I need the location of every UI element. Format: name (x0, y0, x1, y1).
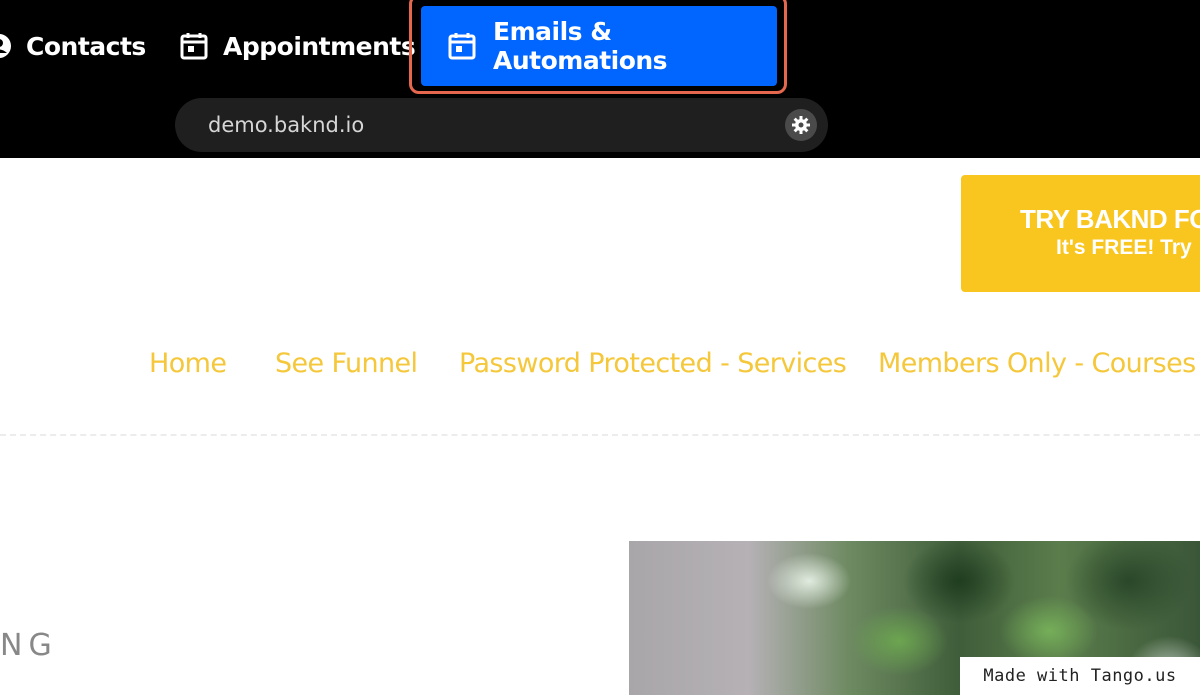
tango-watermark: Made with Tango.us (960, 657, 1200, 695)
site-nav-see-funnel[interactable]: See Funnel (275, 348, 418, 382)
nav-divider (0, 434, 1200, 436)
nav-emails-automations[interactable]: Emails & Automations (421, 6, 777, 86)
site-url: demo.baknd.io (208, 113, 365, 137)
nav-contacts-label: Contacts (26, 31, 146, 61)
site-nav-home[interactable]: Home (149, 348, 227, 382)
site-url-bar[interactable]: demo.baknd.io (175, 98, 828, 152)
gear-icon[interactable] (785, 109, 817, 141)
nav-appointments[interactable]: Appointments (179, 0, 416, 92)
nav-emails-label: Emails & Automations (493, 17, 668, 75)
calendar-icon (447, 31, 477, 61)
cta-title: TRY BAKND FO (1020, 204, 1200, 234)
cta-subtitle: It's FREE! Try (1056, 236, 1192, 259)
calendar-icon (179, 31, 209, 61)
site-nav-members-only[interactable]: Members Only - Courses (878, 348, 1196, 382)
contacts-icon (0, 33, 12, 59)
nav-appointments-label: Appointments (223, 31, 416, 61)
try-baknd-cta-button[interactable]: TRY BAKND FO It's FREE! Try (961, 175, 1200, 292)
hero-partial-heading: NG (0, 628, 58, 663)
app-top-bar: Contacts Appointments Emails & Automatio… (0, 0, 1200, 158)
site-nav-password-protected[interactable]: Password Protected - Services (459, 348, 847, 382)
nav-contacts[interactable]: Contacts (0, 0, 146, 92)
